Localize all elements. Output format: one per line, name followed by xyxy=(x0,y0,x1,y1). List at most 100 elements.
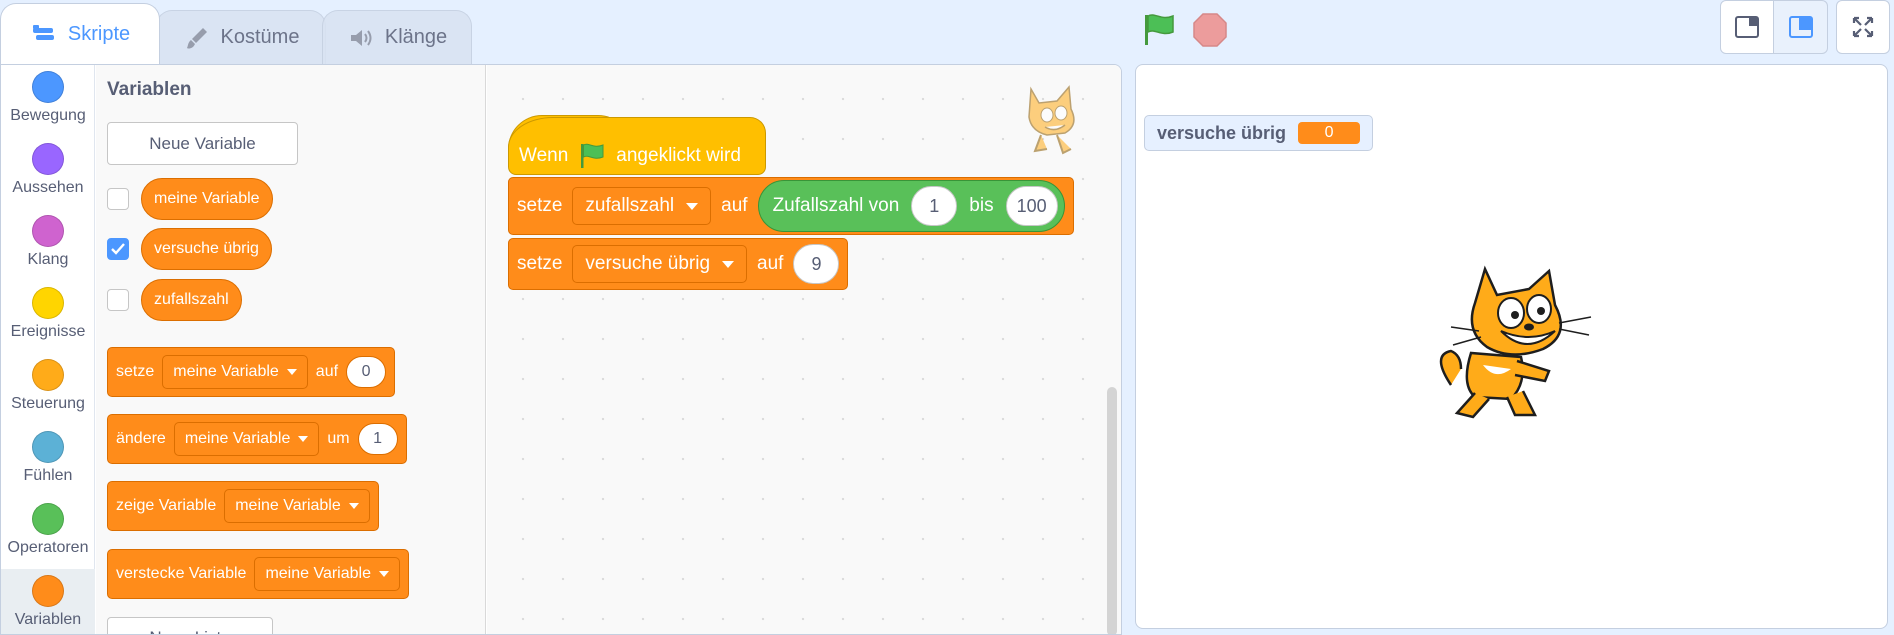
variable-dropdown[interactable]: meine Variable xyxy=(173,422,320,456)
category-menu: Bewegung Aussehen Klang Ereignisse Steue… xyxy=(1,65,95,634)
motion-dot xyxy=(32,71,64,103)
category-sensing[interactable]: Fühlen xyxy=(1,425,95,497)
code-editor: Bewegung Aussehen Klang Ereignisse Steue… xyxy=(0,64,1122,635)
when-flag-clicked-block[interactable]: Wenn angeklickt wird xyxy=(508,117,766,175)
variable-reporter[interactable]: versuche übrig xyxy=(141,228,272,270)
category-label: Aussehen xyxy=(12,179,84,196)
fullscreen-icon xyxy=(1852,16,1874,38)
category-events[interactable]: Ereignisse xyxy=(1,281,95,353)
block-text: angeklickt wird xyxy=(616,145,741,166)
set-variable-block[interactable]: setze zufallszahl auf Zufallszahl von 1 … xyxy=(508,177,1074,235)
dropdown-value: versuche übrig xyxy=(585,253,711,274)
variable-reporter[interactable]: meine Variable xyxy=(141,178,273,220)
palette-title: Variablen xyxy=(107,79,192,100)
editor-tabs: Skripte Kostüme Klänge xyxy=(0,0,480,64)
category-label: Operatoren xyxy=(7,539,89,556)
stage[interactable]: versuche übrig 0 xyxy=(1135,64,1888,629)
value-input[interactable]: 9 xyxy=(793,244,840,284)
block-text: Zufallszahl von xyxy=(772,195,900,216)
variable-row: meine Variable xyxy=(107,177,273,221)
block-text: setze xyxy=(517,253,563,274)
stop-icon[interactable] xyxy=(1192,12,1228,48)
variable-row: versuche übrig xyxy=(107,227,272,271)
normal-stage-icon xyxy=(1788,16,1813,38)
block-text: auf xyxy=(315,363,339,380)
small-stage-button[interactable] xyxy=(1720,0,1774,54)
operators-dot xyxy=(32,503,64,535)
category-label: Variablen xyxy=(14,611,82,628)
category-label: Bewegung xyxy=(10,107,86,124)
set-variable-block[interactable]: setze versuche übrig auf 9 xyxy=(508,238,849,290)
block-text: Wenn xyxy=(519,145,569,166)
variable-dropdown[interactable]: versuche übrig xyxy=(572,245,748,283)
category-control[interactable]: Steuerung xyxy=(1,353,95,425)
category-variables[interactable]: Variablen xyxy=(1,569,95,634)
cat-sprite-icon[interactable] xyxy=(1431,265,1601,425)
tab-sounds-label: Klänge xyxy=(384,26,448,48)
variable-dropdown[interactable]: zufallszahl xyxy=(572,187,712,225)
checkmark-icon xyxy=(111,243,125,255)
tab-code[interactable]: Skripte xyxy=(0,3,160,64)
dropdown-arrow-icon xyxy=(286,369,297,375)
variable-dropdown[interactable]: meine Variable xyxy=(162,355,308,389)
value-input[interactable]: 1 xyxy=(357,423,398,455)
normal-stage-button[interactable] xyxy=(1774,0,1828,54)
block-text: bis xyxy=(969,195,994,216)
variable-dropdown[interactable]: meine Variable xyxy=(224,489,370,523)
tab-costumes[interactable]: Kostüme xyxy=(156,10,326,64)
block-text: verstecke Variable xyxy=(116,565,247,582)
dropdown-arrow-icon xyxy=(348,503,359,509)
show-variable-block[interactable]: zeige Variable meine Variable xyxy=(107,481,379,531)
block-text: um xyxy=(327,430,350,447)
new-variable-button[interactable]: Neue Variable xyxy=(107,122,298,165)
code-icon xyxy=(32,25,54,40)
variable-dropdown[interactable]: meine Variable xyxy=(254,557,400,591)
new-list-button[interactable]: Neue Liste xyxy=(107,617,273,634)
change-variable-block[interactable]: ändere meine Variable um 1 xyxy=(107,414,407,464)
random-to-input[interactable]: 100 xyxy=(1005,186,1058,226)
script-area[interactable]: Wenn angeklickt wird setze zufallszahl a… xyxy=(487,65,1121,634)
variable-checkbox[interactable] xyxy=(107,188,129,210)
category-motion[interactable]: Bewegung xyxy=(1,65,95,137)
tab-costumes-label: Kostüme xyxy=(220,26,300,48)
variable-checkbox[interactable] xyxy=(107,289,129,311)
tab-code-label: Skripte xyxy=(67,22,131,45)
sprite-cat-icon xyxy=(1028,85,1075,155)
monitor-label: versuche übrig xyxy=(1157,122,1287,143)
sensing-dot xyxy=(32,431,64,463)
set-variable-block[interactable]: setze meine Variable auf 0 xyxy=(107,347,396,397)
random-number-block[interactable]: Zufallszahl von 1 bis 100 xyxy=(757,180,1065,232)
tab-sounds[interactable]: Klänge xyxy=(322,10,472,64)
dropdown-arrow-icon xyxy=(378,571,389,577)
green-flag-icon xyxy=(581,143,604,168)
category-sound[interactable]: Klang xyxy=(1,209,95,281)
sound-dot xyxy=(32,215,64,247)
value-input[interactable]: 0 xyxy=(346,356,387,388)
dropdown-value: meine Variable xyxy=(235,497,341,514)
category-looks[interactable]: Aussehen xyxy=(1,137,95,209)
fullscreen-button[interactable] xyxy=(1836,0,1890,54)
random-from-input[interactable]: 1 xyxy=(911,186,958,226)
looks-dot xyxy=(32,143,64,175)
brush-icon xyxy=(186,27,207,49)
category-operators[interactable]: Operatoren xyxy=(1,497,95,569)
dropdown-value: meine Variable xyxy=(184,430,291,447)
category-label: Klang xyxy=(27,251,69,268)
hide-variable-block[interactable]: verstecke Variable meine Variable xyxy=(107,549,409,599)
block-text: zeige Variable xyxy=(116,497,217,514)
dropdown-arrow-icon xyxy=(686,202,699,210)
variable-reporter[interactable]: zufallszahl xyxy=(141,279,242,321)
category-label: Fühlen xyxy=(23,467,73,484)
speaker-icon xyxy=(350,29,372,46)
green-flag-icon[interactable] xyxy=(1141,12,1177,48)
variable-monitor[interactable]: versuche übrig 0 xyxy=(1144,115,1374,151)
dropdown-arrow-icon xyxy=(298,436,309,442)
dropdown-value: zufallszahl xyxy=(585,195,675,216)
events-dot xyxy=(32,287,64,319)
category-label: Steuerung xyxy=(11,395,85,412)
monitor-value: 0 xyxy=(1298,122,1361,144)
variable-checkbox[interactable] xyxy=(107,238,129,260)
dropdown-arrow-icon xyxy=(722,260,735,268)
block-text: auf xyxy=(721,195,748,216)
vertical-scrollbar[interactable] xyxy=(1107,387,1117,634)
